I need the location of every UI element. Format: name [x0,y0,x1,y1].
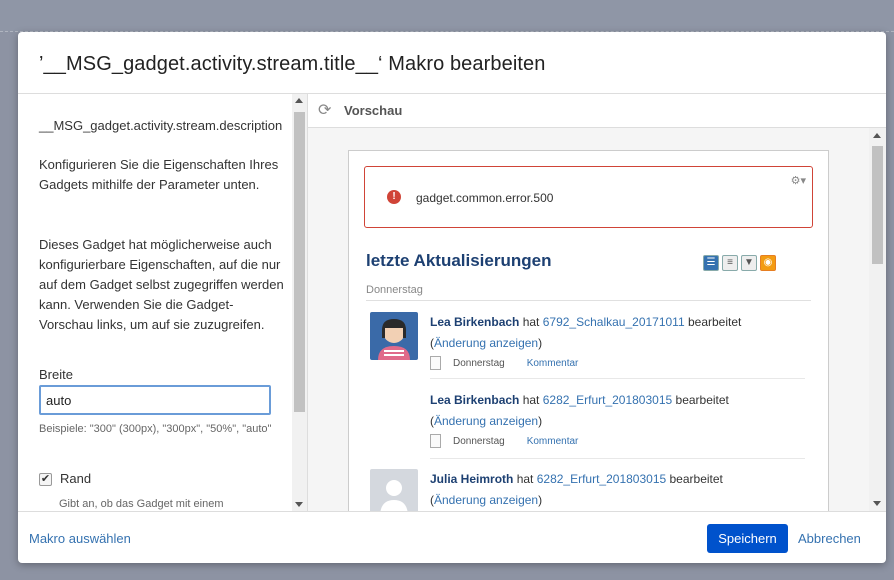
border-checkbox[interactable]: ✔ [39,472,52,486]
gadget-settings-icon[interactable]: ⚙▾ [791,174,806,187]
entry-action: bearbeitet [684,315,742,329]
entry-date: Donnerstag [453,357,505,369]
entry-text: Lea Birkenbach hat 6792_Schalkau_2017101… [430,315,742,350]
scroll-up-icon[interactable] [295,98,303,103]
entry-divider [430,458,805,459]
entry-user-link[interactable]: Lea Birkenbach [430,315,519,329]
comment-link[interactable]: Kommentar [527,436,579,447]
change-link[interactable]: Änderung anzeigen [434,336,538,350]
entry-page-link[interactable]: 6282_Erfurt_201803015 [537,472,666,486]
entry-page-link[interactable]: 6282_Erfurt_201803015 [543,393,672,407]
entry-meta: Donnerstag Kommentar [430,356,578,370]
filter-icon[interactable]: ▼ [741,255,757,271]
dialog-footer: Makro auswählen Speichern Abbrechen [18,511,886,563]
list-view-icon[interactable]: ☰ [703,255,719,271]
entry-action: bearbeitet [672,393,729,407]
preview-panel: ⟳ Vorschau ! gadget.common.error.500 ⚙▾ … [308,94,886,511]
entry-text: Lea Birkenbach hat 6282_Erfurt_201803015… [430,393,729,428]
entry-page-link[interactable]: 6792_Schalkau_20171011 [543,315,685,329]
macro-edit-dialog: ’__MSG_gadget.activity.stream.title__‘ M… [18,32,886,563]
scroll-down-icon[interactable] [873,501,881,506]
entry-verb: hat [519,315,543,329]
entry-meta: Donnerstag Kommentar [430,434,578,448]
user-avatar[interactable] [370,312,418,360]
default-avatar[interactable] [370,469,418,511]
scrollbar-thumb[interactable] [872,146,883,264]
preview-label: Vorschau [344,103,403,118]
border-option: ✔ Rand [39,469,91,489]
entry-verb: hat [513,472,537,486]
scroll-down-icon[interactable] [295,502,303,507]
error-icon: ! [387,190,401,204]
stream-view-icons: ☰ ≡ ▼ ◉ [703,255,776,271]
full-view-icon[interactable]: ≡ [722,255,738,271]
gadget-properties-paragraph: Dieses Gadget hat möglicherweise auch ko… [39,237,284,332]
rss-feed-icon[interactable]: ◉ [760,255,776,271]
entry-date: Donnerstag [453,435,505,447]
dialog-body: __MSG_gadget.activity.stream.description… [18,94,886,511]
change-link[interactable]: Änderung anzeigen [434,414,538,428]
page-icon [430,356,441,370]
save-button[interactable]: Speichern [707,524,788,553]
entry-verb: hat [519,393,543,407]
entry-text: Julia Heimroth hat 6282_Erfurt_201803015… [430,472,723,507]
preview-toolbar: ⟳ Vorschau [308,94,886,128]
error-message: ! gadget.common.error.500 ⚙▾ [364,166,813,228]
parameters-scrollbar[interactable] [292,94,307,511]
dialog-header: ’__MSG_gadget.activity.stream.title__‘ M… [18,32,886,94]
border-hint: Gibt an, ob das Gadget mit einem [59,498,224,510]
instructions-paragraph: Konfigurieren Sie die Eigenschaften Ihre… [39,157,279,192]
entry-user-link[interactable]: Lea Birkenbach [430,393,519,407]
entry-user-link[interactable]: Julia Heimroth [430,472,513,486]
day-header: Donnerstag [366,281,811,301]
page-icon [430,434,441,448]
entry-divider [430,378,805,379]
scroll-up-icon[interactable] [873,133,881,138]
cancel-button[interactable]: Abbrechen [798,531,861,546]
background-page [0,0,894,32]
width-hint: Beispiele: "300" (300px), "300px", "50%"… [39,423,272,435]
border-label: Rand [60,471,92,486]
select-macro-link[interactable]: Makro auswählen [29,531,131,546]
gadget-description: __MSG_gadget.activity.stream.description [39,118,283,133]
activity-stream-gadget: ! gadget.common.error.500 ⚙▾ letzte Aktu… [348,150,829,511]
preview-area: ! gadget.common.error.500 ⚙▾ letzte Aktu… [308,128,886,511]
scrollbar-thumb[interactable] [294,112,305,412]
entry-action: bearbeitet [666,472,723,486]
refresh-icon[interactable]: ⟳ [318,102,334,119]
error-text: gadget.common.error.500 [416,191,554,205]
stream-title: letzte Aktualisierungen [366,251,552,270]
comment-link[interactable]: Kommentar [527,358,579,369]
change-link[interactable]: Änderung anzeigen [434,493,538,507]
preview-scrollbar[interactable] [869,128,886,511]
width-label: Breite [39,367,73,382]
parameters-panel: __MSG_gadget.activity.stream.description… [18,94,308,511]
dialog-title: ’__MSG_gadget.activity.stream.title__‘ M… [39,53,546,75]
width-input[interactable] [39,385,271,415]
